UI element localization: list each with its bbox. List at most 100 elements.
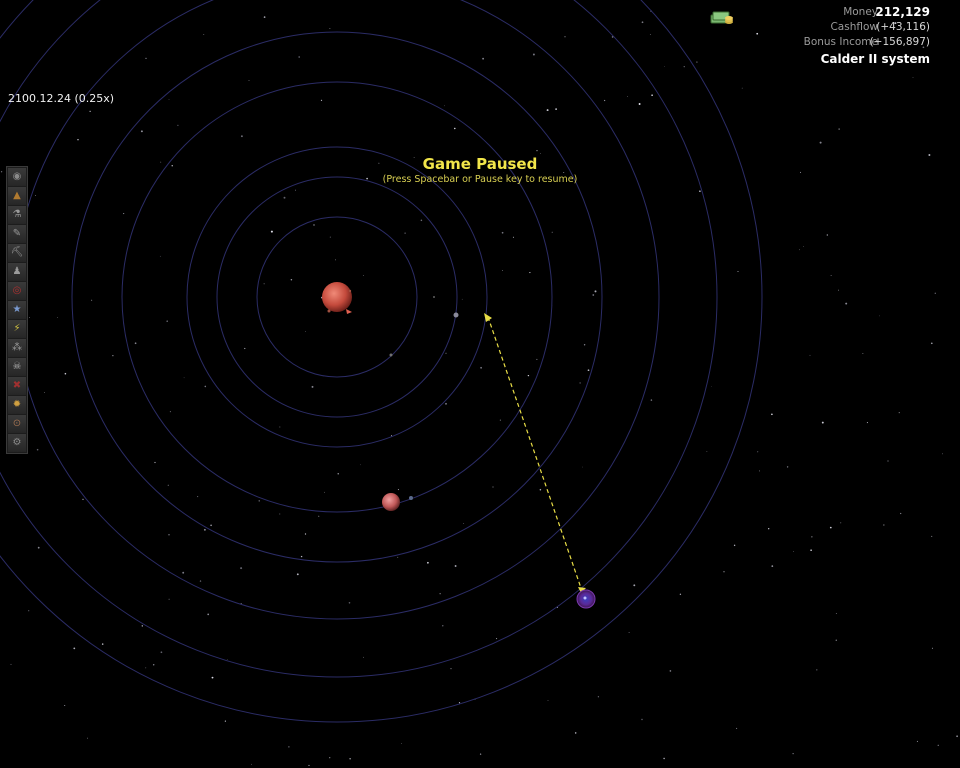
background-star bbox=[304, 533, 307, 535]
background-star bbox=[112, 355, 114, 357]
background-star bbox=[866, 422, 868, 424]
background-star bbox=[816, 669, 818, 671]
background-star bbox=[207, 613, 210, 616]
background-star bbox=[527, 374, 530, 377]
settings-icon[interactable]: ⚙ bbox=[8, 434, 26, 452]
asteroid[interactable] bbox=[433, 296, 435, 298]
background-star bbox=[169, 411, 171, 413]
background-star bbox=[840, 522, 842, 524]
background-star bbox=[43, 392, 45, 394]
background-star bbox=[811, 536, 813, 538]
background-star bbox=[64, 372, 67, 375]
background-star bbox=[829, 526, 832, 529]
background-star bbox=[536, 149, 538, 152]
mining-icon[interactable]: ⛏ bbox=[8, 244, 26, 262]
galaxy-icon[interactable]: ⊙ bbox=[8, 415, 26, 433]
background-star bbox=[771, 413, 773, 416]
background-star bbox=[263, 283, 265, 285]
background-star bbox=[931, 647, 933, 649]
research-icon[interactable]: ⚗ bbox=[8, 206, 26, 224]
background-star bbox=[887, 460, 889, 462]
background-star bbox=[564, 36, 566, 38]
background-star bbox=[64, 704, 66, 707]
background-star bbox=[592, 294, 595, 296]
background-star bbox=[482, 57, 484, 60]
background-star bbox=[427, 561, 429, 564]
background-star bbox=[786, 466, 789, 468]
planet-red[interactable] bbox=[382, 493, 400, 511]
fleet-icon[interactable] bbox=[576, 589, 596, 609]
idea-icon[interactable]: ✹ bbox=[8, 396, 26, 414]
background-star bbox=[152, 664, 155, 666]
background-star bbox=[574, 732, 577, 734]
money-label: Money bbox=[843, 6, 878, 18]
background-star bbox=[203, 528, 206, 531]
background-star bbox=[502, 270, 503, 271]
asteroid[interactable] bbox=[453, 312, 459, 318]
star-calder-ii[interactable] bbox=[322, 282, 352, 314]
background-star bbox=[835, 639, 837, 641]
background-star bbox=[166, 320, 168, 322]
asteroid[interactable] bbox=[389, 353, 393, 357]
background-star bbox=[320, 99, 323, 102]
personnel-icon[interactable]: ♟ bbox=[8, 263, 26, 281]
star-system-map[interactable] bbox=[0, 0, 960, 768]
background-star bbox=[956, 735, 958, 738]
background-star bbox=[696, 61, 698, 63]
background-star bbox=[444, 105, 445, 107]
background-star bbox=[821, 421, 824, 424]
background-star bbox=[579, 382, 581, 384]
background-star bbox=[934, 292, 936, 294]
energy-icon[interactable]: ⚡ bbox=[8, 320, 26, 338]
background-star bbox=[539, 488, 542, 491]
background-star bbox=[454, 127, 456, 130]
background-star bbox=[123, 213, 125, 215]
background-star bbox=[348, 602, 351, 604]
game-date-speed: 2100.12.24 (0.25x) bbox=[8, 92, 115, 105]
system-name: Calder II system bbox=[820, 52, 930, 66]
pirate-icon[interactable]: ☠ bbox=[8, 358, 26, 376]
background-star bbox=[29, 317, 30, 318]
background-star bbox=[830, 274, 832, 276]
military-icon[interactable]: ◎ bbox=[8, 282, 26, 300]
game-viewport[interactable]: Money 212,129 Cashflow (+43,116) Bonus I… bbox=[0, 0, 960, 768]
background-star bbox=[546, 109, 549, 112]
background-star bbox=[649, 33, 651, 35]
background-star bbox=[737, 271, 739, 272]
background-star bbox=[362, 275, 364, 276]
background-star bbox=[768, 528, 770, 530]
background-star bbox=[37, 546, 40, 549]
background-star bbox=[279, 426, 281, 428]
background-star bbox=[263, 16, 266, 18]
background-star bbox=[837, 289, 839, 291]
star-icon[interactable]: ★ bbox=[8, 301, 26, 319]
ship-design-icon[interactable]: ✎ bbox=[8, 225, 26, 243]
background-star bbox=[706, 450, 708, 452]
background-star bbox=[501, 231, 504, 234]
diplomacy-icon[interactable]: ✖ bbox=[8, 377, 26, 395]
background-star bbox=[583, 344, 586, 346]
background-star bbox=[479, 753, 482, 755]
background-star bbox=[283, 196, 286, 199]
background-star bbox=[757, 451, 759, 453]
background-star bbox=[663, 757, 665, 760]
background-star bbox=[329, 236, 331, 238]
background-star bbox=[461, 298, 463, 300]
game-paused-hint: (Press Spacebar or Pause key to resume) bbox=[382, 174, 578, 185]
background-star bbox=[539, 152, 541, 154]
background-star bbox=[311, 385, 314, 388]
background-star bbox=[168, 598, 170, 600]
background-star bbox=[288, 746, 290, 748]
planet-view-icon[interactable]: ◉ bbox=[8, 168, 26, 186]
moon[interactable] bbox=[409, 496, 413, 500]
background-star bbox=[771, 565, 774, 567]
colony-icon[interactable]: ▲ bbox=[8, 187, 26, 205]
background-star bbox=[664, 66, 666, 67]
background-star bbox=[445, 352, 447, 354]
background-star bbox=[651, 94, 653, 96]
background-star bbox=[145, 667, 147, 669]
background-star bbox=[77, 139, 79, 141]
background-star bbox=[141, 625, 143, 627]
background-star bbox=[879, 315, 880, 317]
fleet-icon[interactable]: ⁂ bbox=[8, 339, 26, 357]
